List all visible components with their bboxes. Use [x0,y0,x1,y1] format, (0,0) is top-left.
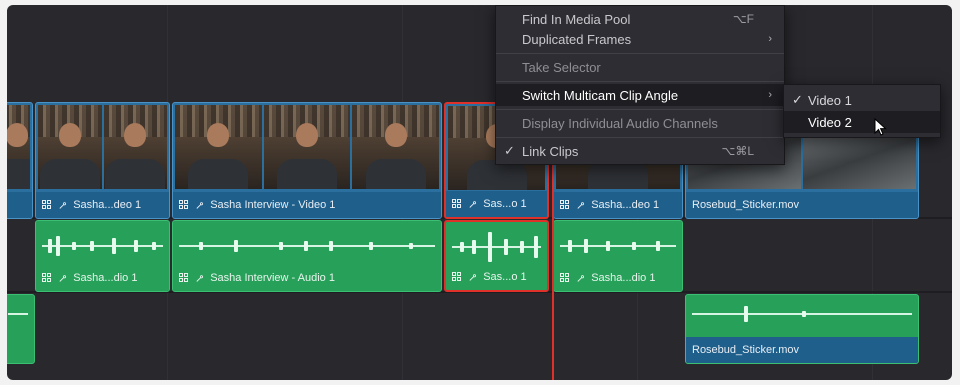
submenu-multicam-angles: ✓ Video 1 Video 2 [783,84,941,138]
menu-item-display-individual-audio-channels[interactable]: Display Individual Audio Channels [496,112,784,134]
menu-item-label: Duplicated Frames [522,31,632,47]
menu-item-label: Find In Media Pool [522,11,631,27]
submenu-item-video-1[interactable]: ✓ Video 1 [784,89,940,111]
menu-item-duplicated-frames[interactable]: Duplicated Frames › [496,28,784,50]
video-thumbnail [352,105,440,189]
multicam-icon [452,272,462,282]
menu-item-link-clips[interactable]: ✓ Link Clips ⌥⌘L [496,140,784,162]
clip-label: Sas...o 1 [483,271,527,283]
submenu-item-video-2[interactable]: Video 2 [784,111,940,133]
video-thumbnail [38,105,102,189]
menu-separator [496,109,784,110]
multicam-icon [560,273,570,283]
audio-waveform [8,301,28,327]
submenu-item-label: Video 1 [808,92,852,108]
menu-item-label: Take Selector [522,59,601,75]
link-icon: ⊸ [192,197,208,213]
multicam-icon [560,200,570,210]
audio-waveform [692,301,912,327]
link-icon: ⊸ [573,197,589,213]
menu-separator [496,81,784,82]
multicam-icon [452,199,462,209]
audio-waveform [179,233,435,259]
link-icon: ⊸ [55,197,71,213]
link-icon: ⊸ [573,270,589,286]
chevron-right-icon: › [768,33,772,45]
clip-label: Sasha Interview - Audio 1 [210,272,335,284]
clip-label: Sasha...dio 1 [591,272,656,284]
clip-label: Sas...o 1 [483,198,527,210]
audio-clip[interactable]: ⊸ Sasha...dio 1 [553,220,683,292]
menu-item-label: Switch Multicam Clip Angle [522,87,679,103]
video-clip[interactable]: ⊸ Sasha...deo 1 [35,102,170,219]
video-thumbnail [263,105,351,189]
audio-waveform [42,233,163,259]
video-thumbnail [103,105,167,189]
audio-clip[interactable] [7,294,35,364]
audio-waveform [560,233,676,259]
clip-label: Sasha...deo 1 [73,199,142,211]
audio-waveform [452,232,541,262]
mouse-pointer-icon [874,118,887,136]
link-icon: ⊸ [55,270,71,286]
clip-label: Sasha Interview - Video 1 [210,199,336,211]
video-thumbnail [175,105,262,189]
clip-label: Rosebud_Sticker.mov [692,344,799,356]
clip-label [7,192,32,218]
multicam-icon [179,273,189,283]
menu-separator [496,53,784,54]
clip-label: Sasha...deo 1 [591,199,660,211]
menu-item-take-selector[interactable]: Take Selector [496,56,784,78]
menu-item-switch-multicam-clip-angle[interactable]: Switch Multicam Clip Angle › [496,84,784,106]
link-icon: ⊸ [192,270,208,286]
shortcut-label: ⌥⌘L [721,144,754,158]
audio-clip[interactable]: ⊸ Sasha Interview - Audio 1 [172,220,442,292]
context-menu: Find In Media Pool ⌥F Duplicated Frames … [495,5,785,165]
submenu-item-label: Video 2 [808,114,852,130]
chevron-right-icon: › [768,89,772,101]
menu-item-label: Display Individual Audio Channels [522,115,718,131]
menu-item-label: Link Clips [522,143,579,159]
multicam-icon [42,200,52,210]
timeline[interactable]: ⊸ Sasha...deo 1 ⊸ Sasha Interview - Vide… [7,5,952,380]
menu-item-find-in-media-pool[interactable]: Find In Media Pool ⌥F [496,8,784,30]
checkmark-icon: ✓ [792,92,803,107]
video-clip[interactable]: ⊸ Sasha Interview - Video 1 [172,102,442,219]
selected-audio-clip[interactable]: ⊸ Sas...o 1 [444,220,549,292]
menu-separator [496,137,784,138]
multicam-icon [42,273,52,283]
multicam-icon [179,200,189,210]
audio-clip[interactable]: Rosebud_Sticker.mov [685,294,919,364]
link-icon: ⊸ [465,196,481,212]
video-clip[interactable] [7,102,33,219]
clip-label: Sasha...dio 1 [73,272,138,284]
audio-clip[interactable]: ⊸ Sasha...dio 1 [35,220,170,292]
checkmark-icon: ✓ [504,143,515,158]
shortcut-label: ⌥F [732,12,754,26]
link-icon: ⊸ [465,269,481,285]
clip-label: Rosebud_Sticker.mov [692,199,799,211]
